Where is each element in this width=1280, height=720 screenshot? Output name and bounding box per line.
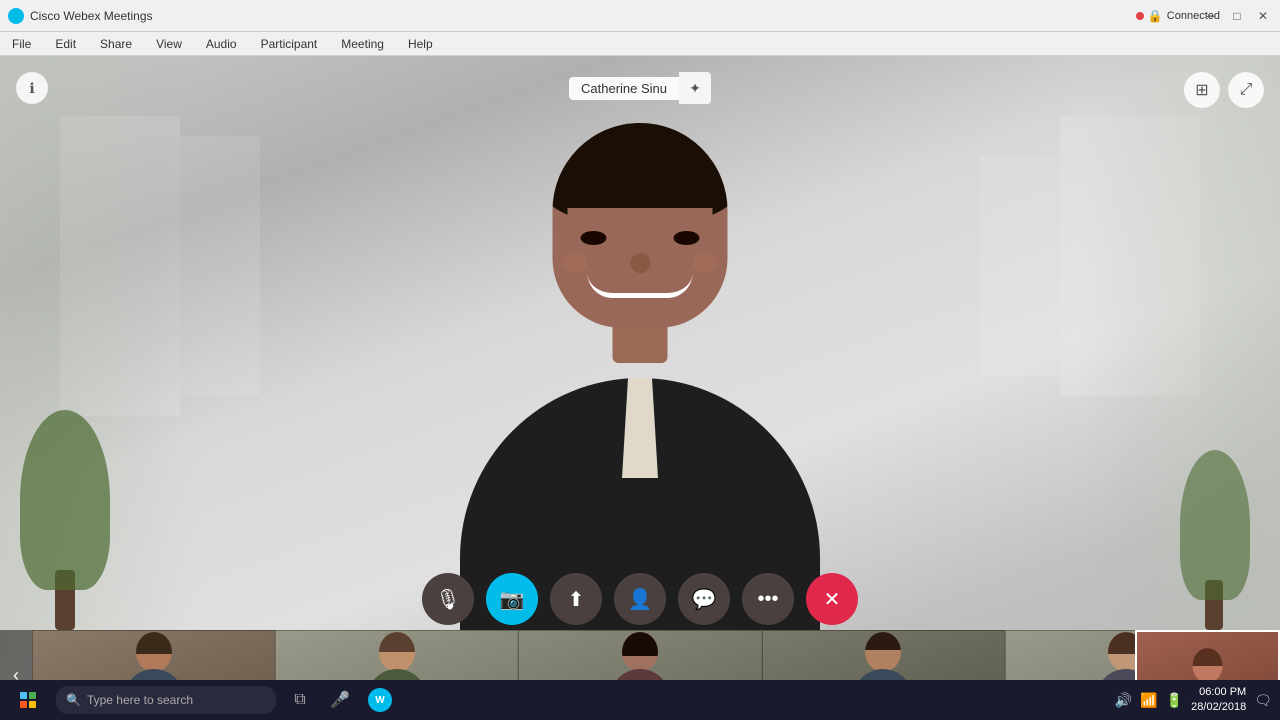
mute-button[interactable]: 🎙 <box>422 573 474 625</box>
share-icon: ⬆ <box>568 587 585 612</box>
thumb-head-2 <box>622 632 658 672</box>
clock-area[interactable]: 06:00 PM 28/02/2018 <box>1191 685 1246 716</box>
menu-share[interactable]: Share <box>96 35 136 53</box>
person-head <box>553 123 728 328</box>
share-button[interactable]: ⬆ <box>550 573 602 625</box>
menu-edit[interactable]: Edit <box>51 35 80 53</box>
task-view-button[interactable]: ⧉ <box>284 680 316 720</box>
menu-view[interactable]: View <box>152 35 186 53</box>
eye-right <box>674 231 700 245</box>
lock-icon: 🔒 <box>1148 9 1163 23</box>
mic-taskbar-button[interactable]: 🎤 <box>324 680 356 720</box>
search-icon: 🔍 <box>66 693 81 707</box>
menu-participant[interactable]: Participant <box>257 35 322 53</box>
menu-meeting[interactable]: Meeting <box>337 35 388 53</box>
self-head <box>1193 648 1223 683</box>
thumb-head-1 <box>379 632 415 672</box>
end-icon: ✕ <box>824 587 841 612</box>
taskbar: 🔍 Type here to search ⧉ 🎤 W 🔊 📶 🔋 06:00 … <box>0 680 1280 720</box>
menu-help[interactable]: Help <box>404 35 437 53</box>
system-tray: 🔊 📶 🔋 06:00 PM 28/02/2018 🗨 <box>1115 685 1272 716</box>
taskbar-search[interactable]: 🔍 Type here to search <box>56 686 276 714</box>
minimize-button[interactable]: ─ <box>1202 7 1220 25</box>
notification-tray-icon[interactable]: 🗨 <box>1254 692 1272 709</box>
windows-logo-icon <box>20 692 36 708</box>
camera-icon: 📷 <box>500 587 525 612</box>
eye-left <box>581 231 607 245</box>
app-title: Cisco Webex Meetings <box>30 9 153 23</box>
clock-time: 06:00 PM <box>1191 685 1246 700</box>
chat-icon: 💬 <box>692 587 717 612</box>
more-icon: ••• <box>757 588 778 611</box>
webex-taskbar-button[interactable]: W <box>364 680 396 720</box>
app-logo: Cisco Webex Meetings <box>8 8 153 24</box>
window-controls: ─ □ ✕ <box>1202 7 1272 25</box>
fullscreen-button[interactable]: ⤢ <box>1228 72 1264 108</box>
participants-button[interactable]: 👤 <box>614 573 666 625</box>
speaker-label: Catherine Sinu ✦ <box>569 72 711 104</box>
nose <box>630 253 650 273</box>
mic-taskbar-icon: 🎤 <box>330 690 350 710</box>
menu-audio[interactable]: Audio <box>202 35 241 53</box>
menu-bar: File Edit Share View Audio Participant M… <box>0 32 1280 56</box>
info-button[interactable]: ℹ <box>16 72 48 104</box>
webex-icon-text: W <box>375 695 384 706</box>
start-button[interactable] <box>8 680 48 720</box>
video-button[interactable]: 📷 <box>486 573 538 625</box>
participants-icon: 👤 <box>628 587 653 612</box>
pin-speaker-button[interactable]: ✦ <box>679 72 711 104</box>
cheek-right <box>693 253 718 273</box>
close-button[interactable]: ✕ <box>1254 7 1272 25</box>
end-call-button[interactable]: ✕ <box>806 573 858 625</box>
menu-file[interactable]: File <box>8 35 35 53</box>
cisco-icon <box>8 8 24 24</box>
speaker-name: Catherine Sinu <box>569 77 679 100</box>
chat-button[interactable]: 💬 <box>678 573 730 625</box>
connection-dot <box>1136 12 1144 20</box>
mic-icon: 🎙 <box>435 587 460 612</box>
clock-date: 28/02/2018 <box>1191 700 1246 715</box>
task-view-icon: ⧉ <box>294 691 305 709</box>
title-bar: Cisco Webex Meetings 🔒 Connected ─ □ ✕ <box>0 0 1280 32</box>
control-bar: 🎙 📷 ⬆ 👤 💬 ••• ✕ <box>422 573 858 625</box>
search-placeholder: Type here to search <box>87 693 193 707</box>
main-video-area: ℹ Catherine Sinu ✦ ⊞ ⤢ 🎙 📷 ⬆ 👤 💬 ••• ✕ <box>0 56 1280 720</box>
more-options-button[interactable]: ••• <box>742 573 794 625</box>
layout-controls: ⊞ ⤢ <box>1184 72 1264 108</box>
volume-tray-icon[interactable]: 📶 <box>1140 692 1157 709</box>
thumb-head-3 <box>865 632 901 672</box>
thumb-head-0 <box>136 632 172 672</box>
cheek-left <box>563 253 588 273</box>
network-tray-icon[interactable]: 🔊 <box>1115 692 1132 709</box>
grid-view-button[interactable]: ⊞ <box>1184 72 1220 108</box>
battery-tray-icon[interactable]: 🔋 <box>1166 692 1183 709</box>
smile <box>588 273 693 298</box>
maximize-button[interactable]: □ <box>1228 7 1246 25</box>
webex-icon: W <box>368 688 392 712</box>
